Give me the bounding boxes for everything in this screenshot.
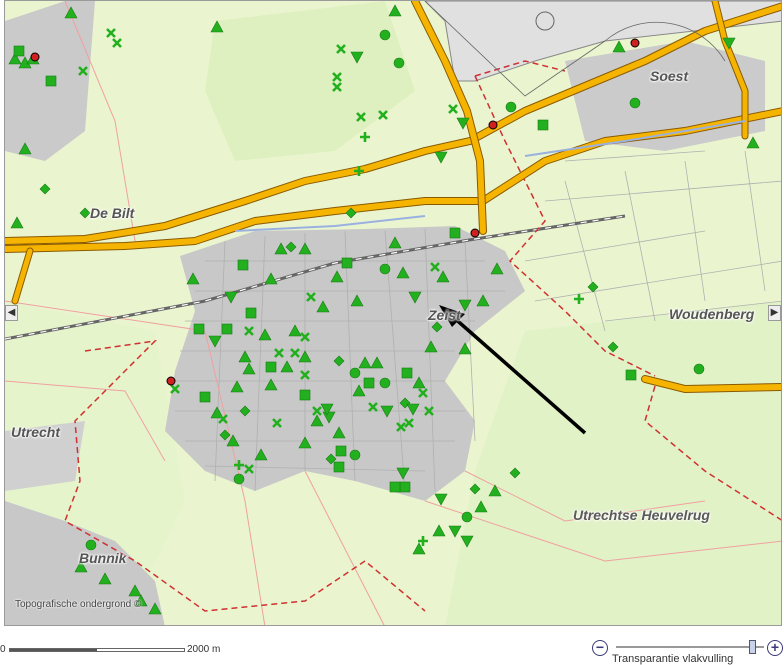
scale-end-label: 2000 m	[187, 644, 221, 655]
location-pin-icon[interactable]	[630, 38, 640, 48]
place-label-de-bilt: De Bilt	[90, 205, 135, 221]
location-pin-icon[interactable]	[30, 52, 40, 62]
monument-marker[interactable]	[341, 257, 353, 269]
place-label-bunnik: Bunnik	[79, 550, 127, 566]
map-canvas	[5, 1, 781, 625]
monument-marker[interactable]	[221, 323, 233, 335]
transparency-increase-button[interactable]: +	[767, 640, 783, 656]
monument-marker[interactable]	[461, 511, 473, 523]
monument-marker[interactable]	[333, 461, 345, 473]
monument-marker[interactable]	[13, 45, 25, 57]
monument-marker[interactable]	[265, 361, 277, 373]
monument-marker[interactable]	[237, 259, 249, 271]
monument-marker[interactable]	[233, 473, 245, 485]
transparency-decrease-button[interactable]: −	[592, 640, 608, 656]
monument-marker[interactable]	[629, 97, 641, 109]
monument-marker[interactable]	[85, 539, 97, 551]
location-pin-icon[interactable]	[166, 376, 176, 386]
monument-marker[interactable]	[693, 363, 705, 375]
map-view[interactable]: Soest De Bilt Zeist Woudenberg Utrecht U…	[4, 0, 782, 626]
location-pin-icon[interactable]	[470, 228, 480, 238]
monument-marker[interactable]	[625, 369, 637, 381]
transparency-control: − + Transparantie vlakvulling	[588, 636, 784, 665]
transparency-slider-track[interactable]	[616, 646, 764, 648]
location-pin-icon[interactable]	[488, 120, 498, 130]
pan-right-icon: ▶	[770, 307, 779, 318]
monument-marker[interactable]	[199, 391, 211, 403]
monument-marker[interactable]	[401, 367, 413, 379]
place-label-soest: Soest	[650, 68, 689, 84]
scale-line	[9, 648, 185, 652]
monument-marker[interactable]	[379, 263, 391, 275]
monument-marker[interactable]	[505, 101, 517, 113]
place-label-utrechtse-heuvelrug: Utrechtse Heuvelrug	[573, 507, 710, 523]
place-label-utrecht: Utrecht	[11, 424, 61, 440]
monument-marker[interactable]	[299, 389, 311, 401]
pan-left-button[interactable]: ◀	[5, 305, 18, 321]
pan-right-button[interactable]: ▶	[768, 305, 781, 321]
transparency-slider-handle[interactable]	[749, 640, 757, 654]
monument-marker[interactable]	[349, 367, 361, 379]
monument-marker[interactable]	[449, 227, 461, 239]
monument-marker[interactable]	[349, 449, 361, 461]
monument-marker[interactable]	[45, 75, 57, 87]
monument-marker[interactable]	[335, 445, 347, 457]
scale-start-label: 0	[0, 644, 6, 655]
monument-marker[interactable]	[399, 481, 411, 493]
map-attribution: Topografische ondergrond ©	[15, 599, 142, 610]
monument-marker[interactable]	[393, 57, 405, 69]
monument-marker[interactable]	[379, 29, 391, 41]
monument-marker[interactable]	[245, 307, 257, 319]
transparency-label: Transparantie vlakvulling	[612, 653, 734, 665]
place-label-zeist: Zeist	[428, 307, 461, 323]
monument-marker[interactable]	[193, 323, 205, 335]
monument-marker[interactable]	[389, 481, 401, 493]
scale-bar: 0 2000 m	[0, 638, 260, 658]
monument-marker[interactable]	[363, 377, 375, 389]
monument-marker[interactable]	[379, 377, 391, 389]
monument-marker[interactable]	[537, 119, 549, 131]
place-label-woudenberg: Woudenberg	[669, 306, 755, 322]
pan-left-icon: ◀	[7, 307, 16, 318]
